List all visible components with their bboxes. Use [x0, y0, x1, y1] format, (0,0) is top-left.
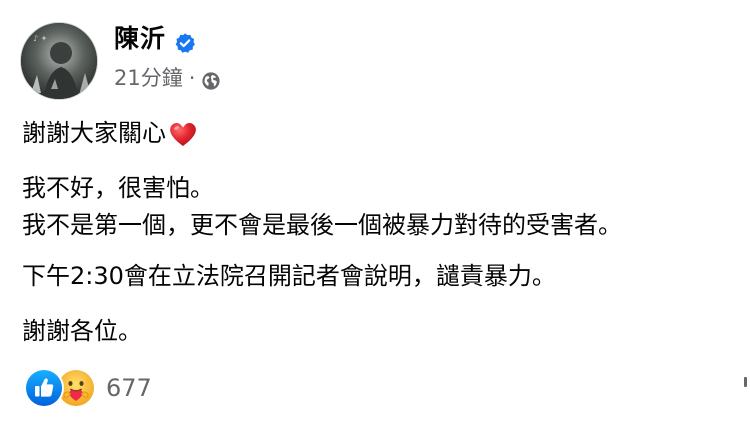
post-line-4: 下午2:30會在立法院召開記者會說明，譴責暴力。 — [22, 262, 556, 290]
verified-badge-icon — [174, 29, 196, 53]
scroll-indicator — [744, 377, 747, 387]
post-timestamp[interactable]: 21分鐘 — [114, 63, 183, 93]
globe-icon[interactable] — [201, 69, 221, 90]
post-meta: 21分鐘 · — [114, 63, 221, 93]
like-reaction-icon — [24, 368, 64, 408]
heart-emoji-icon — [168, 120, 198, 148]
post-text-line: 謝謝大家關心 — [22, 119, 166, 147]
post-line-3: 我不是第一個，更不會是最後一個被暴力對待的受害者。 — [22, 211, 622, 239]
post-line-2: 我不好，很害怕。 — [22, 174, 214, 202]
meta-separator: · — [188, 66, 196, 90]
post-line-5: 謝謝各位。 — [22, 317, 142, 345]
author-name-row: 陳沂 — [114, 22, 196, 56]
author-name[interactable]: 陳沂 — [114, 22, 166, 56]
post-line-1: 謝謝大家關心 — [22, 115, 198, 151]
avatar-image: ♪ ✦ — [21, 23, 97, 99]
svg-text:♪ ✦: ♪ ✦ — [33, 34, 48, 43]
reactions-summary[interactable]: 677 — [24, 368, 152, 408]
profile-avatar[interactable]: ♪ ✦ — [20, 22, 98, 100]
facebook-post: ♪ ✦ 陳沂 21分鐘 · 謝謝大家關心 我不好，很害怕。 我不是第一個，更不會… — [0, 0, 750, 427]
reaction-count[interactable]: 677 — [106, 370, 152, 406]
